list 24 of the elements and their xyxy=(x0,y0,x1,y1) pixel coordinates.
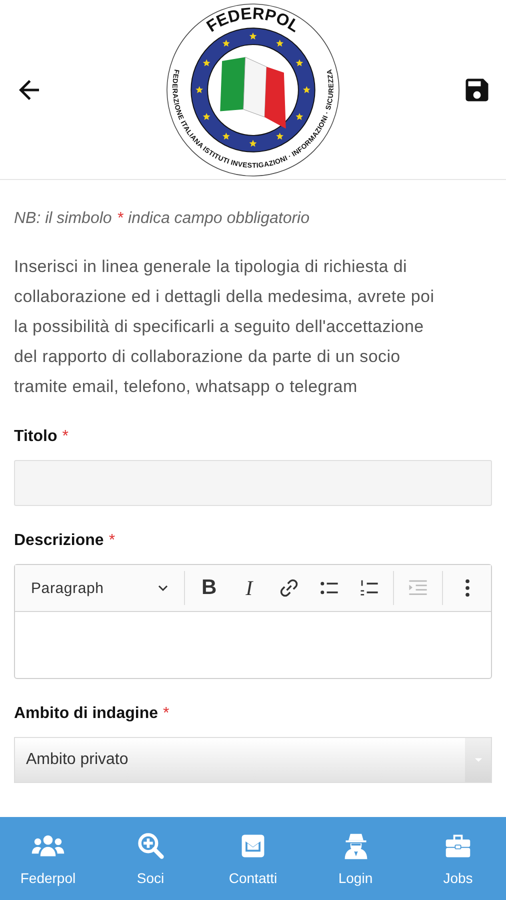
required-mark: * xyxy=(163,705,170,723)
note-text: indica campo obbligatorio xyxy=(128,210,310,228)
nav-tab[interactable]: Jobs xyxy=(416,817,500,900)
nav-tab[interactable]: Login xyxy=(314,817,398,900)
chevron-icon xyxy=(158,585,168,591)
intro-paragraph: Inserisci in linea generale la tipologia di richiesta di collaborazione ed i dettagli della medesima, avrete poi la possibilità di specificarli a seguito dell'accettazione del rapporto di collaborazione da parte di un socio tramite email, telefono, whatsapp o telegram xyxy=(14,256,436,398)
nav-tab[interactable]: Contatti xyxy=(211,817,295,900)
input-field[interactable] xyxy=(14,460,492,506)
required-mark: * xyxy=(62,428,68,446)
note-text: NB: il simbolo xyxy=(14,210,112,228)
required-mark: * xyxy=(108,532,116,550)
link-icon xyxy=(278,577,300,599)
paragraph-dropdown[interactable]: Paragraph xyxy=(19,570,180,606)
dropdown-arrow-icon xyxy=(474,757,482,763)
nav-tab[interactable]: Federpol xyxy=(6,817,90,900)
bold-button[interactable]: B xyxy=(189,570,230,606)
required-mark: * xyxy=(116,210,124,228)
nav-tab[interactable]: Soci xyxy=(108,817,192,900)
field-label: Ambito di indagine xyxy=(14,705,158,723)
field-label: Descrizione xyxy=(14,532,104,550)
italic-button[interactable]: I xyxy=(229,570,270,606)
field-label: Titolo xyxy=(14,428,58,446)
more-icon xyxy=(464,579,470,597)
select-field[interactable]: Ambito privato xyxy=(14,737,492,783)
